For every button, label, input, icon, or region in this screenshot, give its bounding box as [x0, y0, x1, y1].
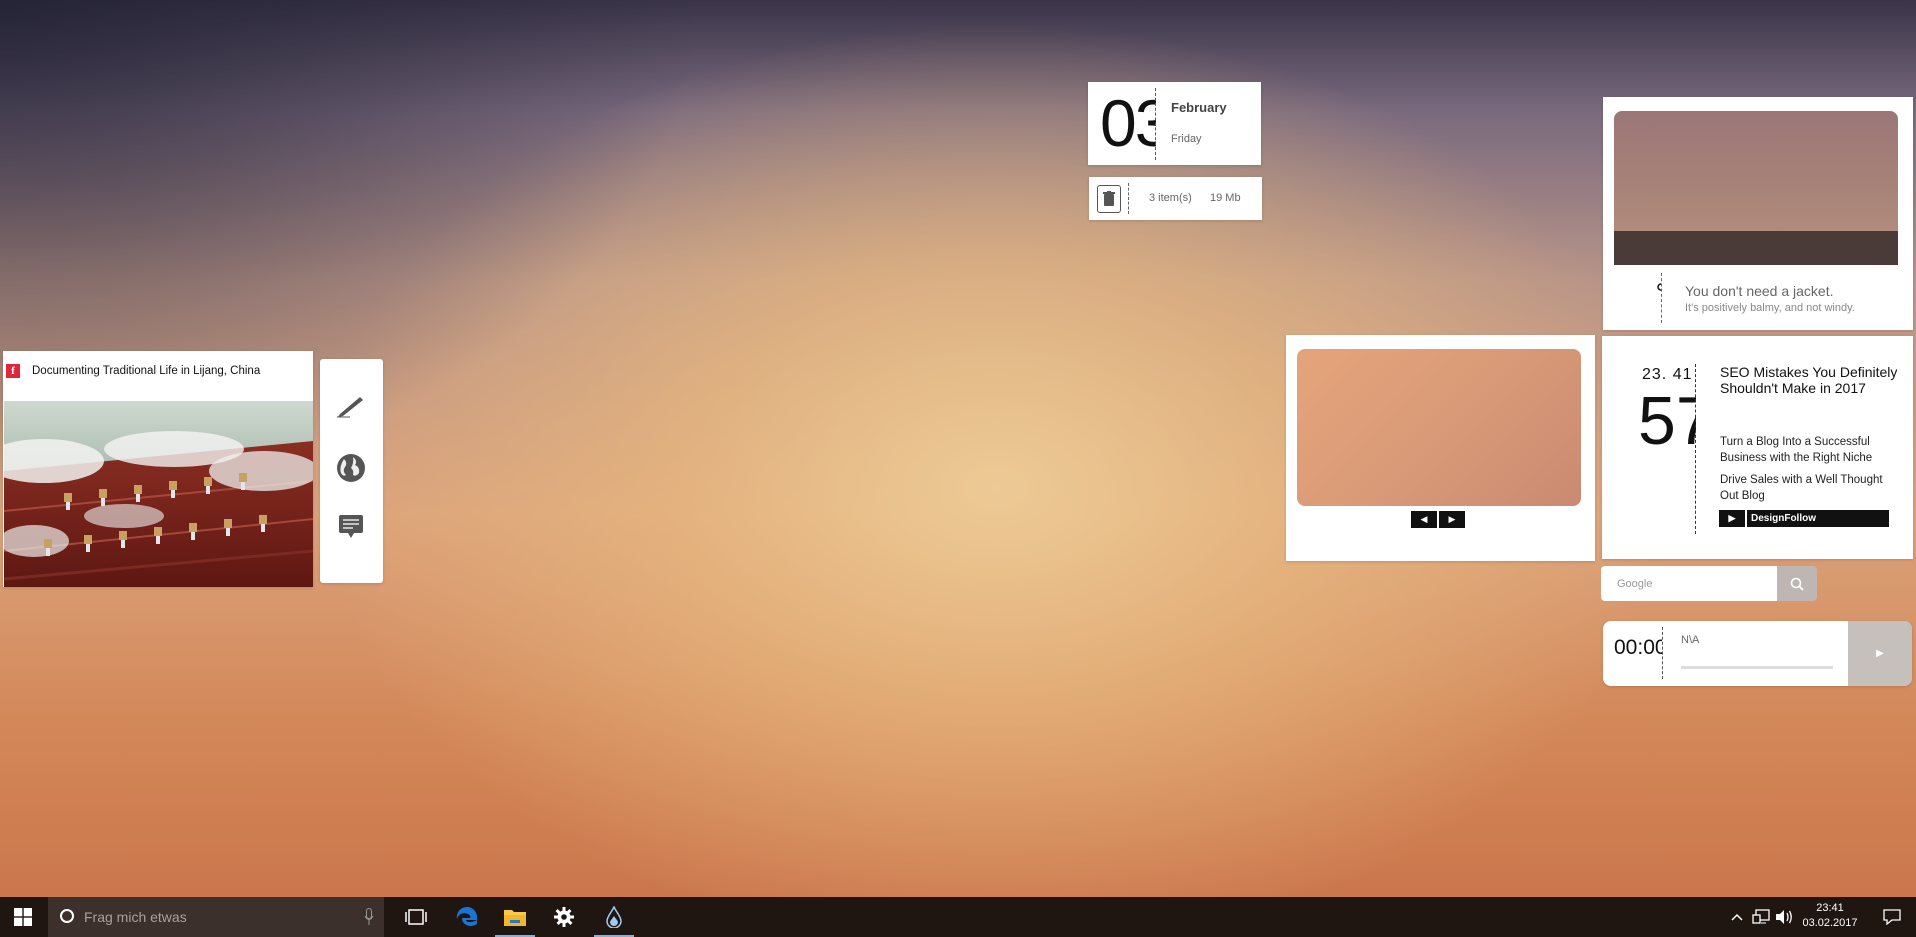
recycle-size: 19 Mb: [1210, 192, 1241, 204]
start-button[interactable]: [0, 897, 46, 937]
taskbar-date: 03.02.2017: [1802, 917, 1858, 929]
network-button[interactable]: [1750, 897, 1772, 937]
slideshow-widget: ◀ ▶: [1286, 335, 1595, 561]
folder-icon: [504, 910, 526, 926]
windows-icon: [14, 908, 32, 926]
play-icon: ▶: [1876, 648, 1884, 659]
volume-button[interactable]: [1774, 897, 1794, 937]
divider: [1155, 88, 1156, 160]
news-source-bar[interactable]: ▶ DesignFollow: [1719, 510, 1889, 527]
weather-widget: You don't need a jacket. It's positively…: [1603, 97, 1913, 330]
file-explorer-button[interactable]: [491, 897, 539, 937]
water-drop-icon: [606, 906, 622, 928]
date-month: February: [1171, 100, 1227, 115]
news-item[interactable]: Turn a Blog Into a Successful Business w…: [1720, 434, 1900, 466]
music-player-widget: 00:00 N\A ▶: [1603, 621, 1912, 686]
play-button[interactable]: ▶: [1848, 621, 1912, 686]
show-hidden-icons-button[interactable]: [1728, 897, 1746, 937]
settings-button[interactable]: [540, 897, 588, 937]
search-button[interactable]: [1777, 566, 1817, 601]
task-view-button[interactable]: [392, 897, 440, 937]
cortana-icon: [60, 909, 74, 923]
play-icon[interactable]: ▶: [1719, 510, 1747, 527]
next-icon: ▶: [1448, 514, 1456, 524]
edge-icon: [456, 907, 478, 926]
tools-widget: [320, 359, 383, 583]
feed-logo-icon: f: [6, 364, 20, 378]
taskbar-clock[interactable]: 23:41 03.02.2017: [1798, 901, 1862, 931]
taskbar: Frag mich etwas 23:41 03.02.2017: [0, 897, 1916, 937]
pencil-icon[interactable]: [334, 389, 368, 423]
microphone-icon[interactable]: [364, 908, 374, 926]
track-time: 00:00: [1614, 636, 1662, 659]
search-widget: [1601, 566, 1817, 601]
chat-icon[interactable]: [334, 509, 368, 543]
taskbar-search-placeholder: Frag mich etwas: [84, 909, 187, 925]
recycle-item-count: 3 item(s): [1149, 192, 1192, 204]
speaker-icon: [1776, 910, 1792, 924]
slideshow-image: [1297, 349, 1581, 506]
taskbar-search-box[interactable]: Frag mich etwas: [48, 897, 384, 937]
divider: [1661, 273, 1662, 323]
track-title: N\A: [1681, 634, 1700, 646]
notification-icon: [1883, 909, 1901, 925]
prev-button[interactable]: ◀: [1411, 511, 1437, 528]
globe-icon[interactable]: [334, 451, 368, 485]
recycle-bin-widget[interactable]: 3 item(s) 19 Mb: [1089, 177, 1262, 220]
weather-image: [1614, 111, 1898, 265]
task-view-icon: [405, 909, 427, 925]
network-icon: [1752, 909, 1770, 924]
divider: [1662, 627, 1663, 679]
track-progress-bar[interactable]: [1681, 666, 1833, 669]
search-icon: [1790, 577, 1804, 591]
feed-title[interactable]: Documenting Traditional Life in Lijang, …: [32, 365, 260, 377]
clock-time-small: 23. 41: [1642, 366, 1693, 383]
edge-browser-button[interactable]: [443, 897, 491, 937]
weather-detail: It's positively balmy, and not windy.: [1685, 302, 1855, 314]
weather-headline: You don't need a jacket.: [1685, 283, 1834, 299]
weather-icon: [1657, 283, 1662, 291]
divider: [1128, 183, 1129, 214]
gear-icon: [554, 907, 574, 927]
taskbar-time: 23:41: [1816, 902, 1844, 914]
divider: [1695, 364, 1696, 534]
feed-image[interactable]: [4, 401, 313, 587]
next-button[interactable]: ▶: [1439, 511, 1465, 528]
news-title[interactable]: SEO Mistakes You Definitely Shouldn't Ma…: [1720, 364, 1900, 396]
search-input[interactable]: [1601, 566, 1777, 601]
rainmeter-button[interactable]: [590, 897, 638, 937]
news-item[interactable]: Drive Sales with a Well Thought Out Blog: [1720, 472, 1900, 504]
clock-seconds: 57: [1638, 386, 1696, 456]
trash-icon[interactable]: [1097, 185, 1121, 213]
chevron-up-icon: [1731, 913, 1743, 921]
news-widget: 23. 41 57 SEO Mistakes You Definitely Sh…: [1602, 336, 1913, 559]
date-weekday: Friday: [1171, 133, 1202, 145]
news-source: DesignFollow: [1751, 513, 1816, 524]
date-widget: 03 February Friday: [1088, 82, 1261, 165]
action-center-button[interactable]: [1872, 897, 1912, 937]
prev-icon: ◀: [1420, 514, 1428, 524]
feed-widget[interactable]: f Documenting Traditional Life in Lijang…: [3, 351, 313, 587]
